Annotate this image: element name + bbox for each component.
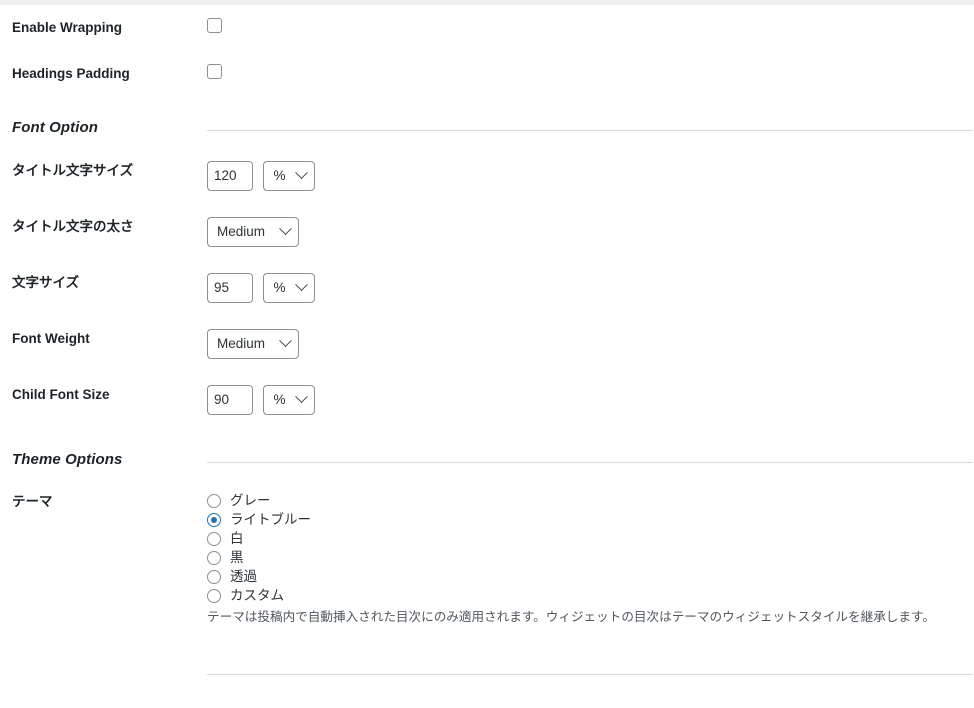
row-theme: テーマ グレーライトブルー白黒透過カスタム テーマは投稿内で自動挿入された目次に… bbox=[0, 479, 974, 640]
font-size-input[interactable] bbox=[207, 272, 253, 303]
section-theme-options: Theme Options bbox=[0, 428, 974, 480]
theme-radio[interactable] bbox=[207, 570, 221, 585]
theme-radio[interactable] bbox=[207, 532, 221, 547]
theme-option-row[interactable]: グレー bbox=[207, 492, 964, 510]
row-font-weight: Font Weight Medium bbox=[0, 316, 974, 372]
chevron-down-icon bbox=[295, 278, 309, 292]
theme-description: テーマは投稿内で自動挿入された目次にのみ適用されます。ウィジェットの目次はテーマ… bbox=[207, 610, 935, 625]
label-child-font-size: Child Font Size bbox=[12, 386, 110, 402]
section-divider bbox=[207, 461, 973, 463]
section-divider bbox=[207, 673, 973, 675]
theme-radio-label: ライトブルー bbox=[230, 512, 311, 527]
title-font-weight-value: Medium bbox=[217, 224, 266, 240]
theme-radio[interactable] bbox=[207, 513, 221, 528]
label-title-font-size: タイトル文字サイズ bbox=[12, 162, 134, 178]
settings-form-table: Enable Wrapping Headings Padding Font Op… bbox=[0, 5, 974, 685]
theme-radio[interactable] bbox=[207, 494, 221, 509]
title-font-weight-select[interactable]: Medium bbox=[207, 216, 299, 247]
theme-option-row[interactable]: ライトブルー bbox=[207, 511, 964, 529]
label-font-size: 文字サイズ bbox=[12, 274, 80, 290]
enable-wrapping-checkbox[interactable] bbox=[207, 18, 222, 33]
label-theme: テーマ bbox=[12, 494, 53, 510]
section-divider bbox=[207, 130, 973, 132]
label-font-weight: Font Weight bbox=[12, 330, 90, 346]
section-heading-font-option: Font Option bbox=[12, 119, 99, 137]
row-font-size: 文字サイズ % bbox=[0, 260, 974, 316]
chevron-down-icon bbox=[279, 334, 292, 348]
row-child-font-size: Child Font Size % bbox=[0, 372, 974, 428]
label-headings-padding: Headings Padding bbox=[12, 65, 130, 81]
theme-radio-label: カスタム bbox=[230, 588, 284, 603]
chevron-down-icon bbox=[279, 222, 292, 236]
theme-radio-group: グレーライトブルー白黒透過カスタム bbox=[207, 492, 964, 605]
title-font-size-unit-select[interactable]: % bbox=[263, 160, 316, 191]
section-heading-theme-options: Theme Options bbox=[12, 450, 123, 468]
headings-padding-checkbox[interactable] bbox=[207, 63, 222, 79]
theme-option-row[interactable]: 黒 bbox=[207, 549, 964, 567]
theme-option-row[interactable]: 透過 bbox=[207, 568, 964, 586]
chevron-down-icon bbox=[295, 166, 309, 180]
font-size-unit-select[interactable]: % bbox=[263, 272, 316, 303]
child-font-size-input[interactable] bbox=[207, 384, 253, 415]
section-heading-next-partial bbox=[0, 640, 207, 685]
title-font-size-input[interactable] bbox=[207, 160, 253, 191]
chevron-down-icon bbox=[295, 390, 309, 404]
row-enable-wrapping: Enable Wrapping bbox=[0, 5, 974, 51]
theme-radio[interactable] bbox=[207, 589, 221, 604]
font-weight-select[interactable]: Medium bbox=[207, 328, 299, 359]
font-size-unit-value: % bbox=[273, 280, 286, 296]
theme-radio-label: 黒 bbox=[230, 550, 244, 565]
row-title-font-weight: タイトル文字の太さ Medium bbox=[0, 204, 974, 260]
row-headings-padding: Headings Padding bbox=[0, 51, 974, 97]
label-enable-wrapping: Enable Wrapping bbox=[12, 20, 123, 35]
theme-radio-label: 白 bbox=[230, 531, 244, 546]
settings-page: Enable Wrapping Headings Padding Font Op… bbox=[0, 5, 974, 708]
child-font-size-unit-select[interactable]: % bbox=[263, 384, 316, 415]
section-next-partial bbox=[0, 640, 974, 685]
theme-radio[interactable] bbox=[207, 551, 221, 566]
section-font-option: Font Option bbox=[0, 96, 974, 148]
theme-option-row[interactable]: カスタム bbox=[207, 587, 964, 605]
theme-radio-label: 透過 bbox=[230, 569, 257, 584]
label-title-font-weight: タイトル文字の太さ bbox=[12, 218, 134, 234]
row-title-font-size: タイトル文字サイズ % bbox=[0, 148, 974, 204]
theme-radio-label: グレー bbox=[230, 493, 271, 508]
theme-option-row[interactable]: 白 bbox=[207, 530, 964, 548]
font-weight-value: Medium bbox=[217, 336, 266, 352]
title-font-size-unit-value: % bbox=[273, 168, 286, 184]
child-font-size-unit-value: % bbox=[273, 392, 286, 408]
